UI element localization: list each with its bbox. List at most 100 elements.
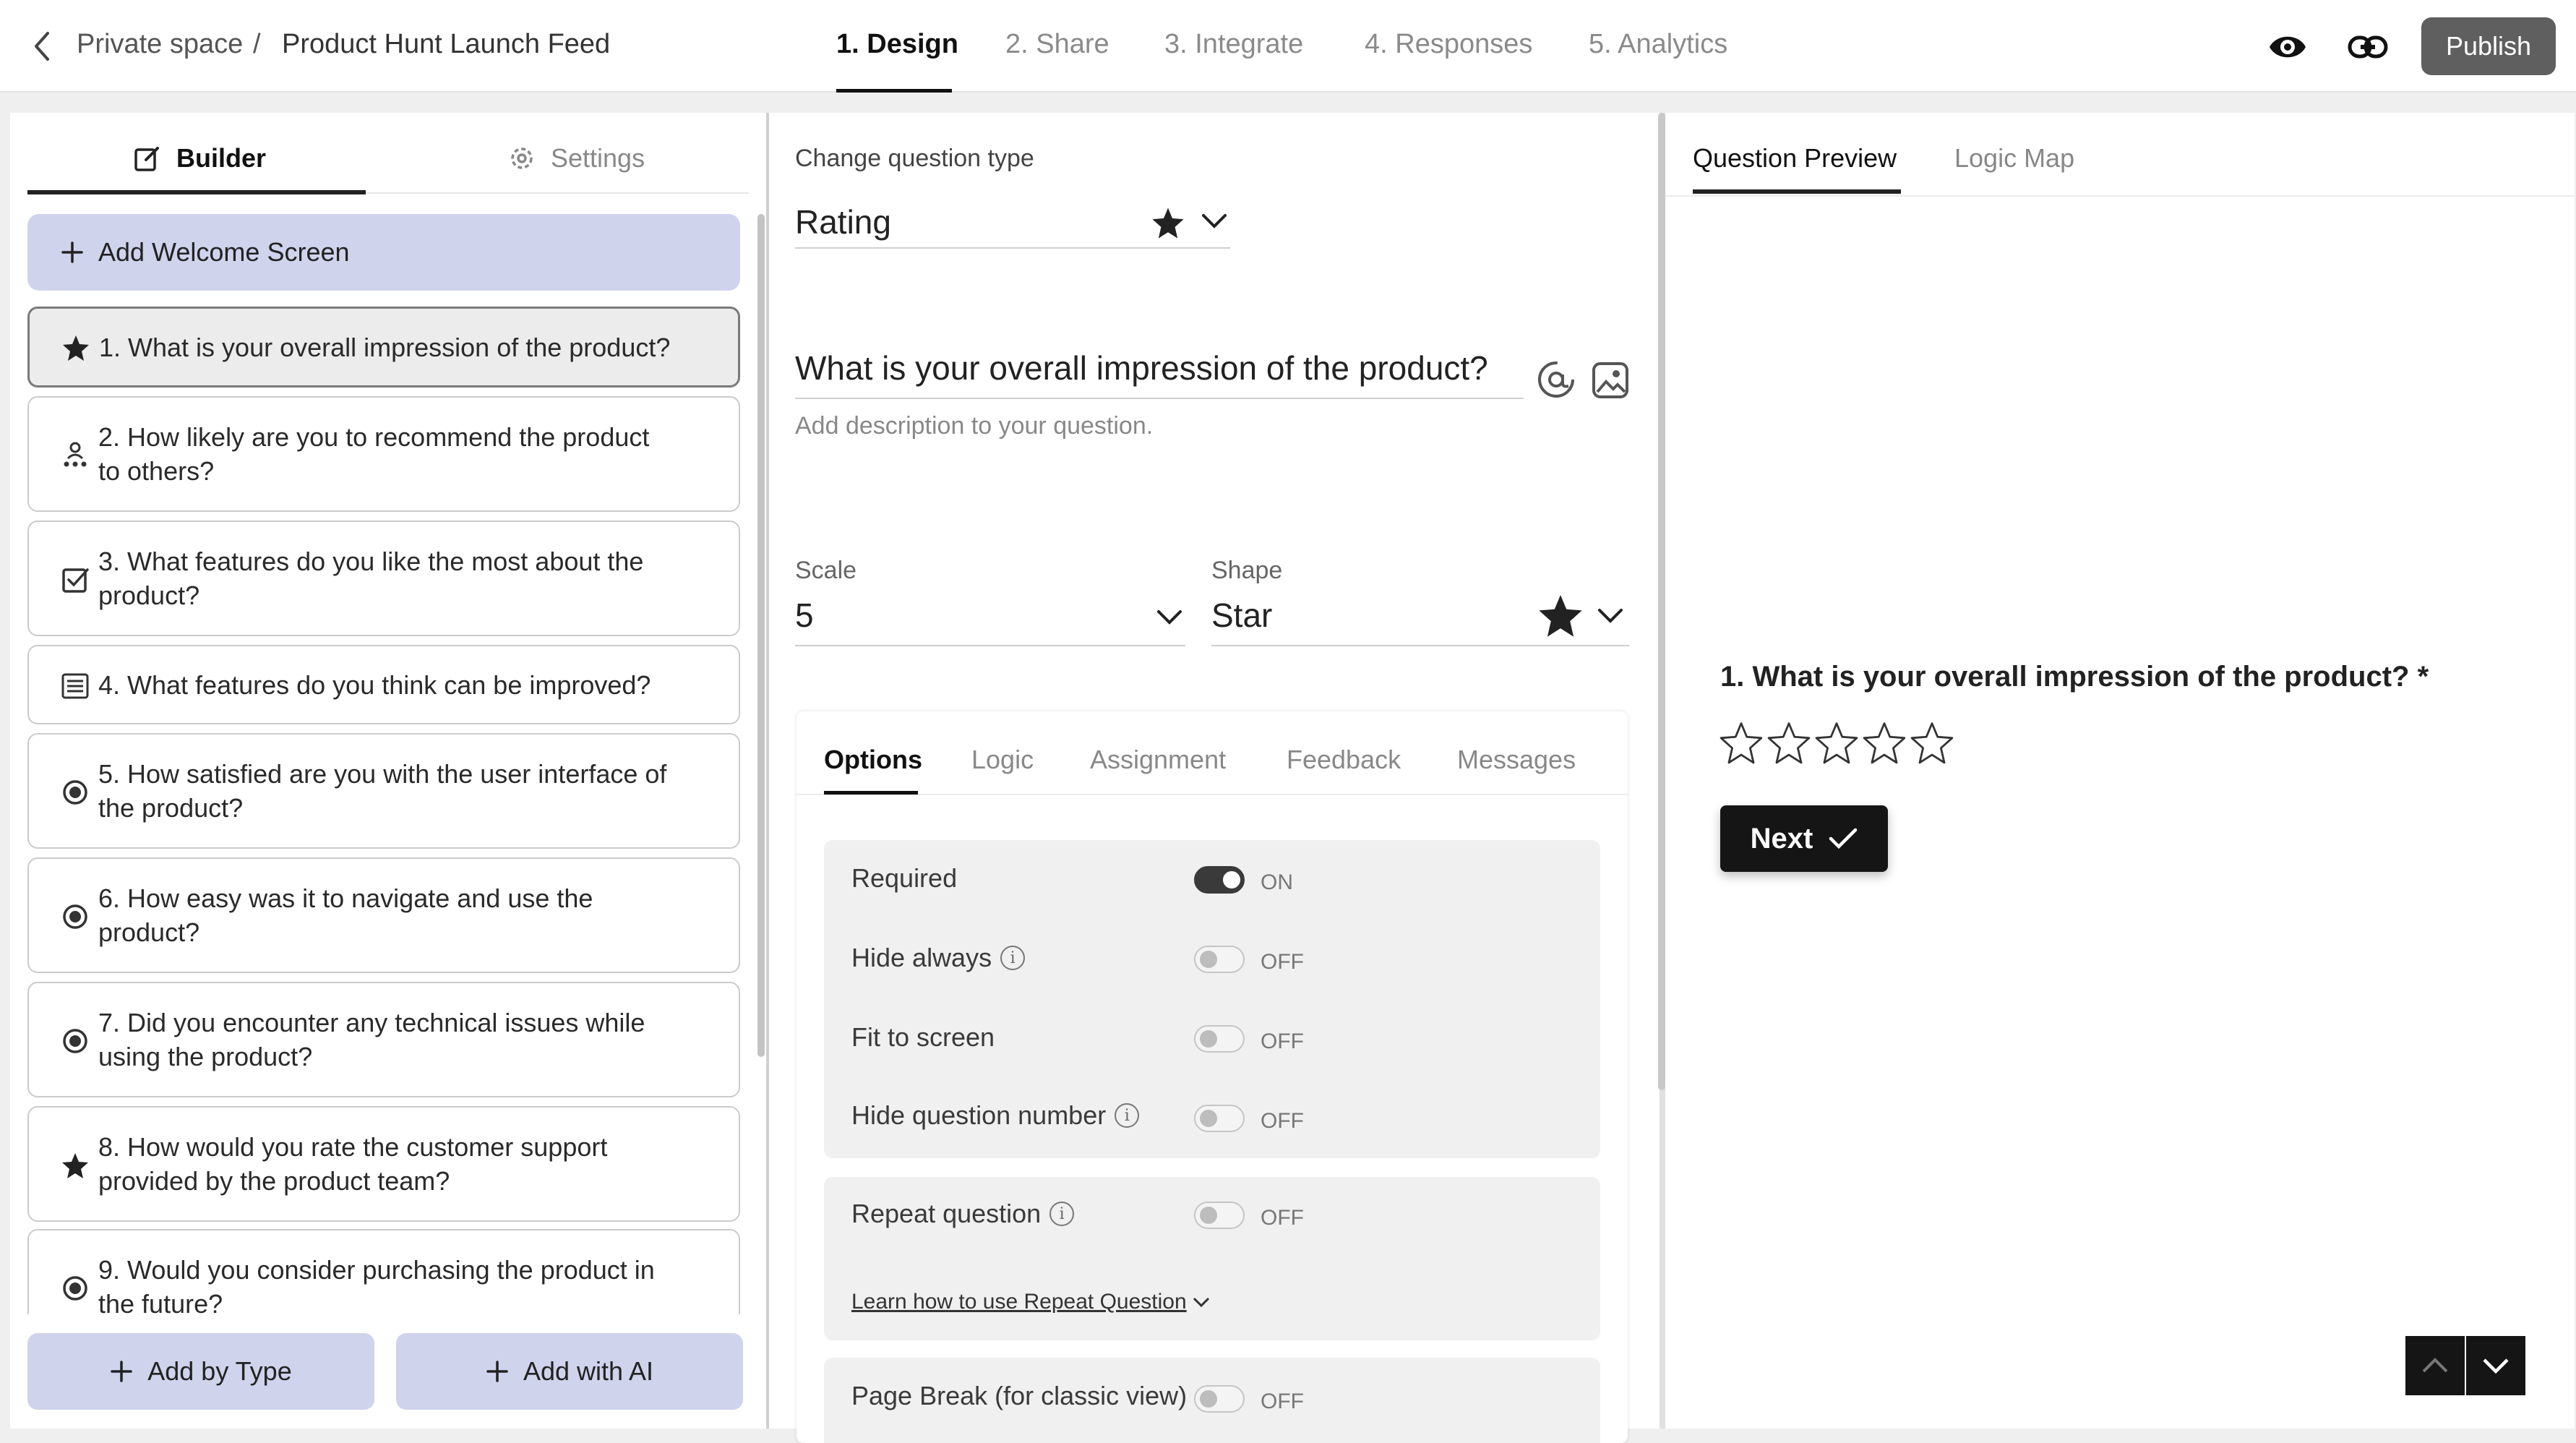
- question-line: 1. What is your overall impression of th…: [99, 332, 671, 362]
- left-tab-indicator: [27, 190, 366, 194]
- rating-star-icon[interactable]: [1910, 720, 1954, 765]
- question-line: the product?: [98, 793, 244, 823]
- question-line: 7. Did you encounter any technical issue…: [98, 1008, 645, 1037]
- option-tabs-divider: [797, 794, 1628, 795]
- question-line: 4. What features do you think can be imp…: [98, 669, 651, 700]
- shape-select[interactable]: Star: [1211, 591, 1629, 642]
- link-icon[interactable]: [2348, 32, 2388, 62]
- tab-design[interactable]: 1. Design: [836, 29, 958, 60]
- image-icon[interactable]: [1592, 361, 1629, 399]
- tab-logic-map[interactable]: Logic Map: [1954, 143, 2074, 174]
- previous-question-button[interactable]: [2405, 1336, 2465, 1395]
- tab-question-preview[interactable]: Question Preview: [1693, 143, 1897, 174]
- question-card-text: 3. What features do you like the most ab…: [98, 544, 643, 612]
- scale-value: 5: [795, 596, 814, 634]
- fit-to-screen-toggle[interactable]: [1194, 1025, 1245, 1053]
- rating-star-icon[interactable]: [1862, 720, 1907, 765]
- hide-question-number-toggle[interactable]: [1194, 1105, 1245, 1132]
- tab-responses[interactable]: 4. Responses: [1365, 29, 1532, 60]
- tab-messages[interactable]: Messages: [1457, 745, 1576, 775]
- question-card-text: 5. How satisfied are you with the user i…: [98, 757, 666, 825]
- tab-options[interactable]: Options: [824, 745, 922, 775]
- type-select-underline: [795, 247, 1230, 249]
- breadcrumb-form-label: Product Hunt Launch Feed: [282, 29, 611, 59]
- next-question-button[interactable]: [2466, 1336, 2525, 1395]
- next-button[interactable]: Next: [1720, 805, 1888, 872]
- question-card-4[interactable]: 4. What features do you think can be imp…: [27, 645, 740, 724]
- breadcrumb-space[interactable]: Private space: [77, 29, 243, 60]
- breadcrumb-form-title[interactable]: Product Hunt Launch Feed: [282, 29, 611, 65]
- chevron-up-icon: [2421, 1357, 2450, 1374]
- question-type-select[interactable]: Rating: [795, 198, 1230, 249]
- question-line: provided by the product team?: [98, 1166, 450, 1196]
- rating-star-icon[interactable]: [1719, 720, 1764, 765]
- question-card-3[interactable]: 3. What features do you like the most ab…: [27, 521, 740, 636]
- question-card-7[interactable]: 7. Did you encounter any technical issue…: [27, 982, 740, 1097]
- fit-to-screen-state: OFF: [1261, 1029, 1304, 1053]
- add-by-type-button[interactable]: Add by Type: [27, 1333, 374, 1410]
- hide-always-label: Hide always i: [851, 943, 1026, 973]
- question-list-scrollbar[interactable]: [757, 214, 765, 1057]
- question-line: using the product?: [98, 1042, 313, 1071]
- panel-divider-left: [766, 113, 769, 1429]
- back-chevron-icon[interactable]: [29, 30, 58, 62]
- tab-analytics[interactable]: 5. Analytics: [1589, 29, 1727, 60]
- gear-icon: [507, 144, 536, 173]
- info-icon[interactable]: i: [1049, 1202, 1075, 1226]
- question-card-6[interactable]: 6. How easy was it to navigate and use t…: [27, 857, 740, 973]
- question-list-clip: 9. Would you consider purchasing the pro…: [27, 1229, 740, 1314]
- radio-icon: [61, 1027, 90, 1056]
- question-line: 6. How easy was it to navigate and use t…: [98, 883, 593, 913]
- info-icon[interactable]: i: [1115, 1103, 1140, 1128]
- hide-always-toggle[interactable]: [1194, 946, 1245, 973]
- toggle-knob: [1200, 1207, 1217, 1224]
- check-icon: [1829, 827, 1858, 850]
- chevron-down-icon: [2481, 1357, 2510, 1374]
- nps-people-icon: [61, 441, 90, 470]
- question-text-input[interactable]: What is your overall impression of the p…: [795, 348, 1524, 395]
- tab-builder[interactable]: Builder: [133, 143, 266, 174]
- toggle-knob: [1200, 1110, 1217, 1127]
- hide-question-number-text: Hide question number: [851, 1100, 1107, 1130]
- preview-question-text: 1. What is your overall impression of th…: [1720, 661, 2429, 693]
- info-icon[interactable]: i: [1000, 946, 1026, 970]
- add-with-ai-button[interactable]: Add with AI: [396, 1333, 743, 1410]
- learn-repeat-question-link[interactable]: Learn how to use Repeat Question: [851, 1290, 1210, 1314]
- description-input[interactable]: Add description to your question.: [795, 412, 1153, 440]
- required-toggle[interactable]: [1194, 866, 1245, 894]
- add-with-ai-label: Add with AI: [523, 1356, 654, 1386]
- required-label: Required: [851, 863, 957, 894]
- tab-builder-label: Builder: [176, 143, 267, 173]
- required-state: ON: [1261, 870, 1293, 894]
- question-line: the future?: [98, 1289, 223, 1314]
- tab-integrate[interactable]: 3. Integrate: [1164, 29, 1303, 60]
- repeat-question-toggle[interactable]: [1194, 1202, 1245, 1229]
- question-card-2[interactable]: 2. How likely are you to recommend the p…: [27, 396, 740, 512]
- tab-share[interactable]: 2. Share: [1005, 29, 1109, 60]
- rating-star-icon[interactable]: [1766, 720, 1811, 765]
- tab-logic[interactable]: Logic: [971, 745, 1034, 775]
- scale-label: Scale: [795, 557, 857, 584]
- star-icon: [1537, 591, 1584, 639]
- tab-settings[interactable]: Settings: [507, 143, 645, 174]
- mention-icon[interactable]: [1537, 360, 1576, 399]
- add-welcome-screen-button[interactable]: Add Welcome Screen: [27, 214, 740, 291]
- tab-assignment[interactable]: Assignment: [1090, 745, 1226, 775]
- eye-icon[interactable]: [2268, 29, 2307, 65]
- question-card-5[interactable]: 5. How satisfied are you with the user i…: [27, 733, 740, 849]
- question-card-text: 7. Did you encounter any technical issue…: [98, 1006, 645, 1074]
- question-card-1[interactable]: 1. What is your overall impression of th…: [27, 307, 740, 387]
- page-break-text: Page Break (for classic view): [851, 1381, 1188, 1410]
- long-text-icon: [61, 672, 90, 701]
- question-card-9[interactable]: 9. Would you consider purchasing the pro…: [27, 1229, 740, 1314]
- page-break-toggle[interactable]: [1194, 1385, 1245, 1413]
- rating-star-icon[interactable]: [1814, 720, 1859, 765]
- preview-panel: [1665, 113, 2575, 1429]
- learn-link-text: Learn how to use Repeat Question: [851, 1290, 1187, 1314]
- publish-button[interactable]: Publish: [2421, 17, 2556, 75]
- tab-feedback[interactable]: Feedback: [1287, 745, 1401, 775]
- editor-scrollbar[interactable]: [1658, 113, 1665, 1090]
- question-card-8[interactable]: 8. How would you rate the customer suppo…: [27, 1106, 740, 1222]
- scale-select[interactable]: 5: [795, 591, 1185, 642]
- preview-tab-divider: [1665, 195, 2575, 197]
